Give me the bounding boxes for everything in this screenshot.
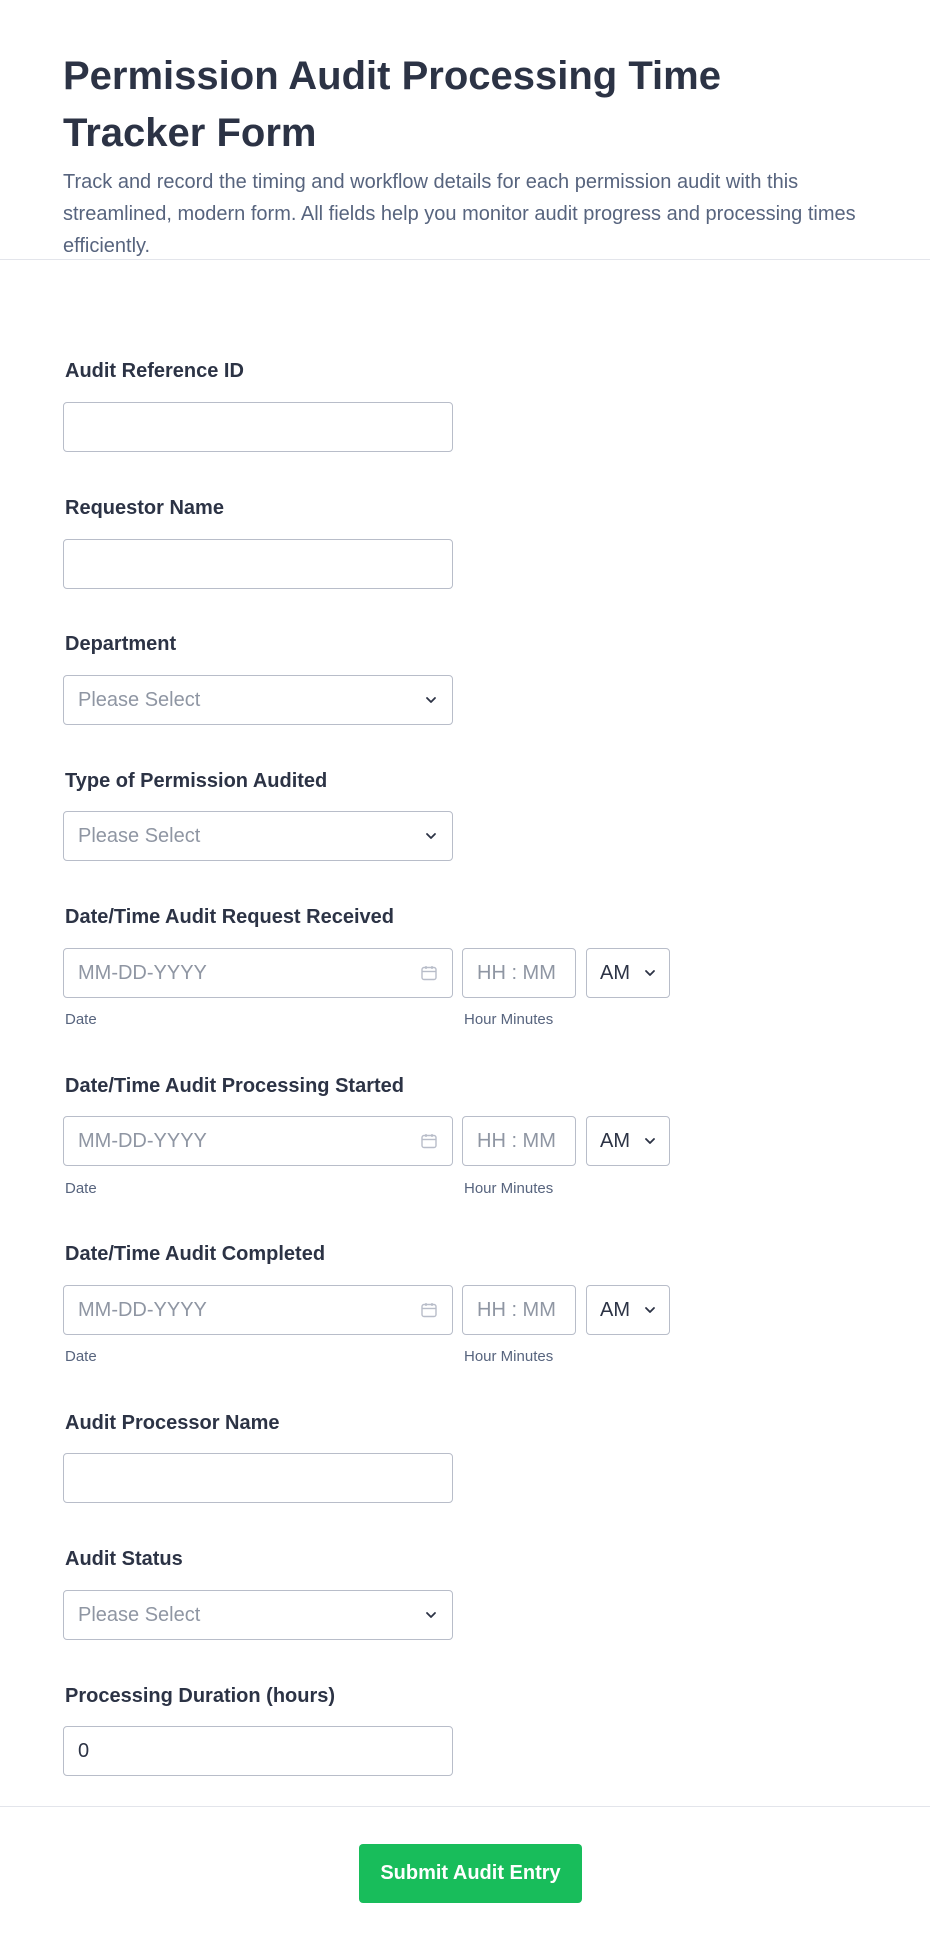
audit-completed-date-placeholder: MM-DD-YYYY bbox=[78, 1298, 207, 1321]
department-select[interactable]: Please Select bbox=[63, 675, 453, 725]
processing-started-label: Date/Time Audit Processing Started bbox=[65, 1075, 404, 1097]
processor-name-input[interactable] bbox=[63, 1453, 453, 1503]
calendar-icon[interactable] bbox=[420, 964, 438, 982]
requestor-name-label: Requestor Name bbox=[65, 497, 224, 519]
request-received-time-sublabel: Hour Minutes bbox=[464, 1011, 554, 1028]
audit-reference-id-input[interactable] bbox=[63, 402, 453, 452]
form-title: Permission Audit Processing Time Tracker… bbox=[63, 54, 721, 155]
chevron-down-icon bbox=[426, 833, 436, 839]
requestor-name-input[interactable] bbox=[63, 539, 453, 589]
audit-completed-date-input[interactable]: MM-DD-YYYY bbox=[63, 1285, 453, 1335]
processing-started-time-sublabel: Hour Minutes bbox=[464, 1180, 554, 1197]
chevron-down-icon bbox=[426, 1612, 436, 1618]
audit-reference-id-label: Audit Reference ID bbox=[65, 360, 244, 382]
audit-completed-ampm-value: AM bbox=[600, 1298, 630, 1321]
department-select-value: Please Select bbox=[78, 688, 201, 711]
request-received-date-sublabel: Date bbox=[65, 1011, 97, 1028]
permission-type-label: Type of Permission Audited bbox=[65, 770, 328, 792]
chevron-down-icon bbox=[645, 1138, 655, 1144]
processing-duration-label: Processing Duration (hours) bbox=[65, 1685, 336, 1707]
audit-completed-date-sublabel: Date bbox=[65, 1348, 97, 1365]
calendar-icon[interactable] bbox=[420, 1301, 438, 1319]
processing-started-time-input[interactable]: HH : MM bbox=[462, 1116, 576, 1166]
audit-completed-time-placeholder: HH : MM bbox=[477, 1298, 556, 1321]
request-received-label: Date/Time Audit Request Received bbox=[65, 906, 394, 928]
submit-audit-button[interactable]: Submit Audit Entry bbox=[359, 1844, 582, 1903]
department-label: Department bbox=[65, 633, 177, 655]
chevron-down-icon bbox=[645, 1307, 655, 1313]
request-received-ampm-select[interactable]: AM bbox=[586, 948, 670, 998]
chevron-down-icon bbox=[426, 697, 436, 703]
request-received-ampm-value: AM bbox=[600, 961, 630, 984]
form-header: Permission Audit Processing Time Tracker… bbox=[0, 0, 930, 260]
audit-completed-label: Date/Time Audit Completed bbox=[65, 1243, 326, 1265]
request-received-date-placeholder: MM-DD-YYYY bbox=[78, 961, 207, 984]
permission-type-select-value: Please Select bbox=[78, 824, 201, 847]
request-received-time-input[interactable]: HH : MM bbox=[462, 948, 576, 998]
form-description: Track and record the timing and workflow… bbox=[63, 171, 856, 257]
processing-started-ampm-value: AM bbox=[600, 1129, 630, 1152]
footer-divider bbox=[0, 1806, 930, 1807]
chevron-down-icon bbox=[645, 970, 655, 976]
processing-started-ampm-select[interactable]: AM bbox=[586, 1116, 670, 1166]
audit-status-select[interactable]: Please Select bbox=[63, 1590, 453, 1640]
processing-started-date-input[interactable]: MM-DD-YYYY bbox=[63, 1116, 453, 1166]
request-received-date-input[interactable]: MM-DD-YYYY bbox=[63, 948, 453, 998]
audit-completed-time-input[interactable]: HH : MM bbox=[462, 1285, 576, 1335]
processing-started-date-sublabel: Date bbox=[65, 1180, 97, 1197]
processing-started-date-placeholder: MM-DD-YYYY bbox=[78, 1129, 207, 1152]
request-received-time-placeholder: HH : MM bbox=[477, 961, 556, 984]
processor-name-label: Audit Processor Name bbox=[65, 1412, 280, 1434]
processing-started-time-placeholder: HH : MM bbox=[477, 1129, 556, 1152]
permission-type-select[interactable]: Please Select bbox=[63, 811, 453, 861]
processing-duration-input[interactable] bbox=[63, 1726, 453, 1776]
audit-completed-time-sublabel: Hour Minutes bbox=[464, 1348, 554, 1365]
audit-completed-ampm-select[interactable]: AM bbox=[586, 1285, 670, 1335]
calendar-icon[interactable] bbox=[420, 1132, 438, 1150]
audit-status-label: Audit Status bbox=[65, 1548, 183, 1570]
audit-status-select-value: Please Select bbox=[78, 1603, 201, 1626]
